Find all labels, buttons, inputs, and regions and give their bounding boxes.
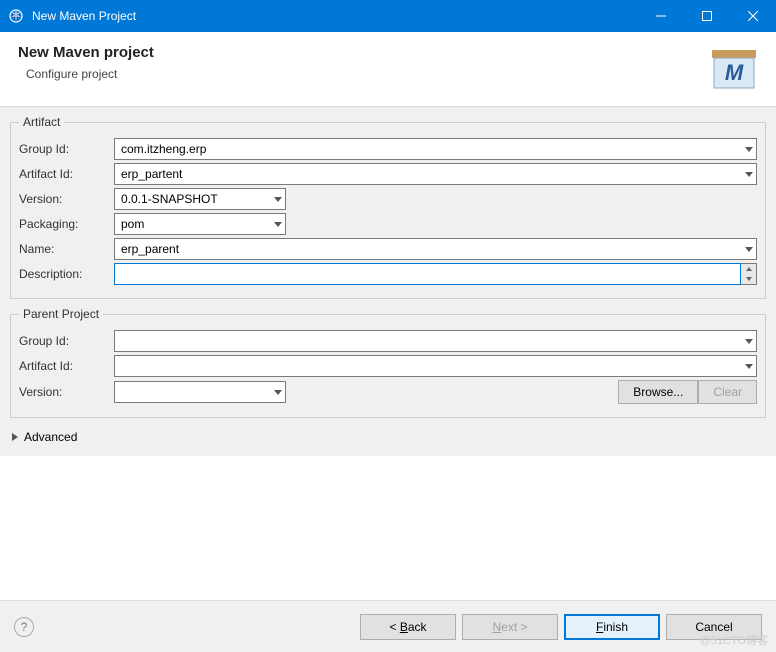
artifact-legend: Artifact [19, 115, 64, 129]
footer: ? < Back Next > Finish Cancel [0, 600, 776, 652]
spinner-down-icon [741, 274, 756, 284]
help-button[interactable]: ? [14, 617, 34, 637]
group-id-label: Group Id: [19, 142, 114, 156]
svg-text:M: M [725, 60, 744, 85]
finish-button[interactable]: Finish [564, 614, 660, 640]
name-field[interactable] [114, 238, 757, 260]
parent-group-id-field[interactable] [114, 330, 757, 352]
packaging-label: Packaging: [19, 217, 114, 231]
parent-project-group: Parent Project Group Id: Artifact Id: Ve… [10, 307, 766, 418]
parent-version-field[interactable] [114, 381, 286, 403]
advanced-label: Advanced [24, 430, 77, 444]
group-id-field[interactable] [114, 138, 757, 160]
page-title: New Maven project [18, 44, 710, 61]
version-field[interactable] [114, 188, 286, 210]
name-label: Name: [19, 242, 114, 256]
description-field[interactable] [114, 263, 741, 285]
window-title: New Maven Project [32, 9, 638, 23]
watermark: @51CTO博客 [700, 632, 768, 648]
parent-group-id-label: Group Id: [19, 334, 114, 348]
maximize-button[interactable] [684, 0, 730, 32]
titlebar: New Maven Project [0, 0, 776, 32]
maven-icon: M [710, 44, 758, 92]
minimize-button[interactable] [638, 0, 684, 32]
artifact-id-label: Artifact Id: [19, 167, 114, 181]
parent-legend: Parent Project [19, 307, 103, 321]
parent-artifact-id-label: Artifact Id: [19, 359, 114, 373]
packaging-field[interactable] [114, 213, 286, 235]
description-label: Description: [19, 267, 114, 281]
parent-version-label: Version: [19, 385, 114, 399]
close-button[interactable] [730, 0, 776, 32]
page-subtitle: Configure project [26, 67, 710, 81]
clear-button[interactable]: Clear [698, 380, 757, 404]
triangle-right-icon [12, 430, 18, 444]
dialog-header: New Maven project Configure project M [0, 32, 776, 107]
artifact-id-field[interactable] [114, 163, 757, 185]
version-label: Version: [19, 192, 114, 206]
description-spinner[interactable] [741, 263, 757, 285]
spinner-up-icon [741, 264, 756, 274]
browse-button[interactable]: Browse... [618, 380, 698, 404]
back-button[interactable]: < Back [360, 614, 456, 640]
parent-artifact-id-field[interactable] [114, 355, 757, 377]
advanced-toggle[interactable]: Advanced [10, 426, 766, 448]
artifact-group: Artifact Group Id: Artifact Id: Version:… [10, 115, 766, 299]
next-button[interactable]: Next > [462, 614, 558, 640]
eclipse-icon [8, 8, 24, 24]
